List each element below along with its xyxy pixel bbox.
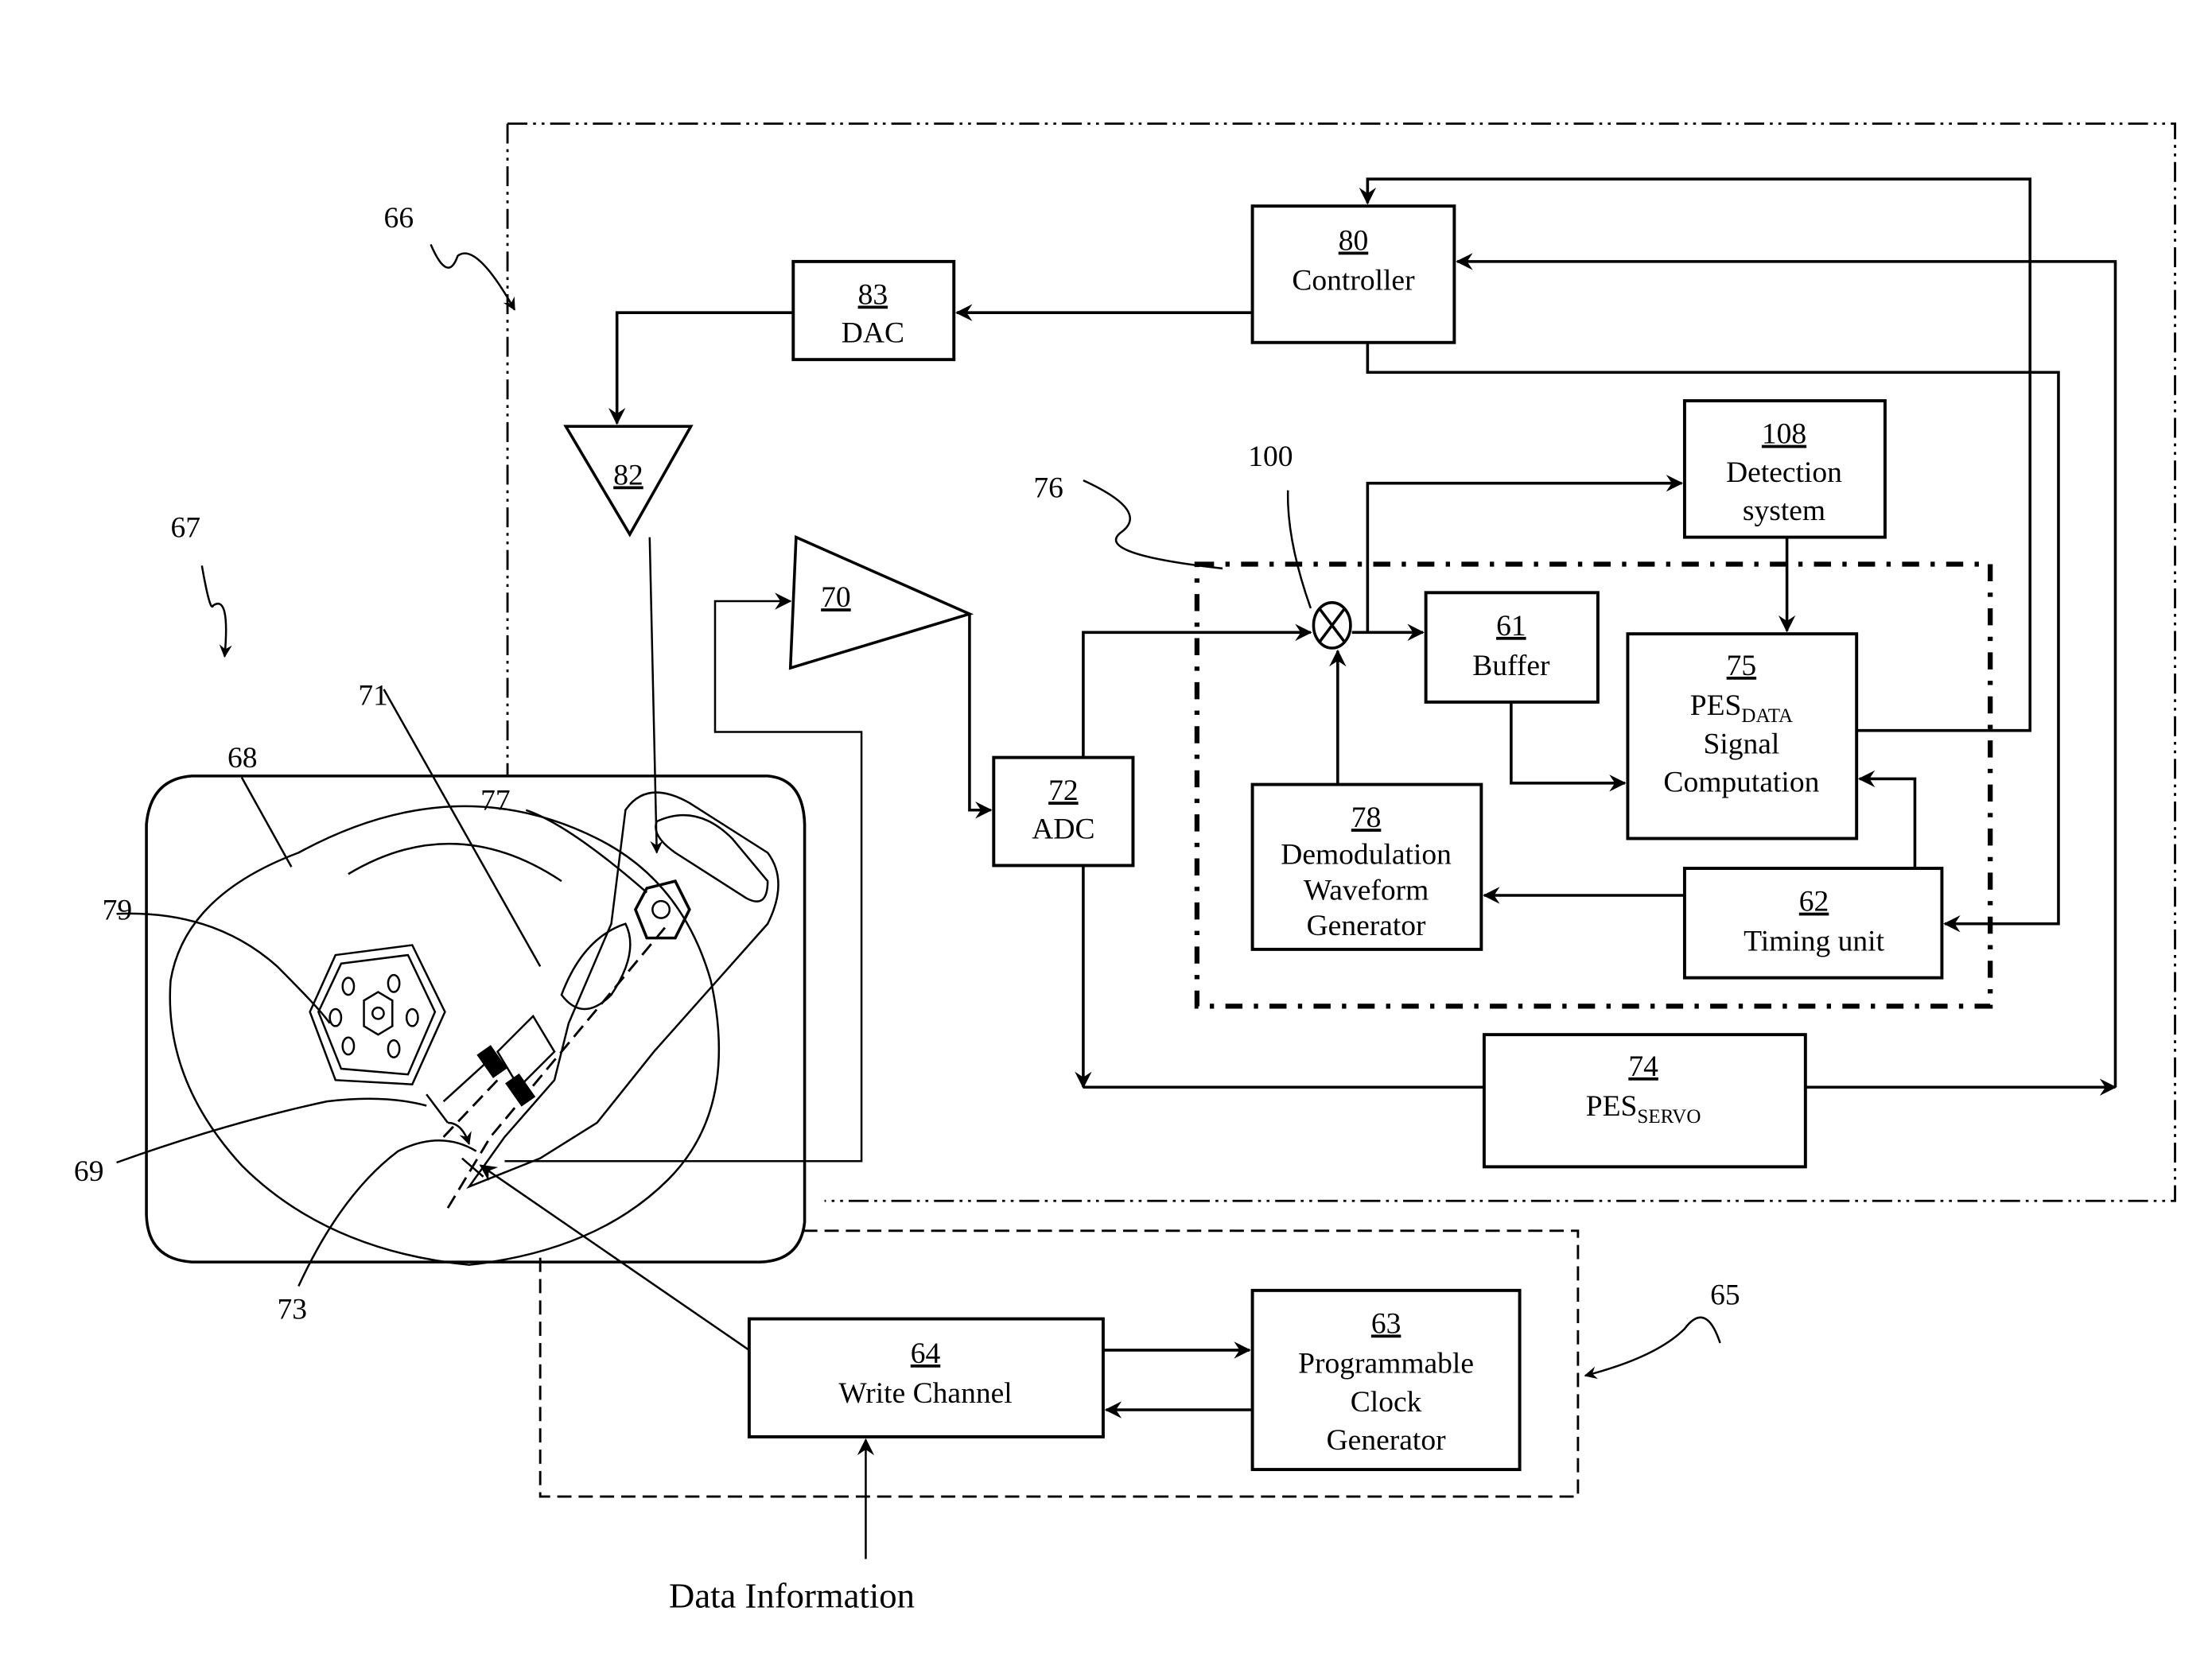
ref-67: 67 <box>170 512 200 545</box>
pes-data-line3: Computation <box>1663 767 1819 799</box>
pes-servo-block: 74 PESSERVO <box>1482 1033 1807 1169</box>
pes-data-line2: Signal <box>1703 728 1779 760</box>
controller-number: 80 <box>1339 225 1369 258</box>
controller-label: Controller <box>1292 265 1415 297</box>
demod-line3: Generator <box>1307 910 1426 942</box>
buffer-number: 61 <box>1496 610 1526 642</box>
timing-number: 62 <box>1799 886 1829 918</box>
detection-line1: Detection <box>1726 456 1842 489</box>
ref-76: 76 <box>1033 472 1063 505</box>
pes-data-computation-block: 75 PESDATA Signal Computation <box>1626 632 1859 840</box>
adc-number: 72 <box>1048 774 1079 807</box>
clock-line2: Clock <box>1351 1386 1422 1419</box>
amp70-number: 70 <box>821 581 851 614</box>
timing-unit-block: 62 Timing unit <box>1682 867 1944 980</box>
ref-66: 66 <box>384 202 414 235</box>
ref-71: 71 <box>358 679 388 712</box>
dac-number: 83 <box>858 278 888 311</box>
ref-77: 77 <box>480 785 511 817</box>
ref-68: 68 <box>227 742 258 774</box>
adc-label: ADC <box>1032 813 1094 846</box>
dac-block: 83 DAC <box>791 259 956 362</box>
pes-servo-number: 74 <box>1628 1050 1658 1083</box>
ref-73: 73 <box>278 1294 308 1326</box>
pes-data-number: 75 <box>1727 650 1757 682</box>
buffer-label: Buffer <box>1472 650 1550 682</box>
demod-line2: Waveform <box>1304 874 1429 906</box>
write-channel-number: 64 <box>911 1337 941 1370</box>
ref-79: 79 <box>103 894 133 926</box>
detection-line2: system <box>1743 495 1825 527</box>
mixer-symbol <box>1312 601 1352 650</box>
data-information-label: Data Information <box>669 1575 915 1615</box>
preamplifier: 70 <box>788 534 974 670</box>
demod-number: 78 <box>1351 802 1382 834</box>
programmable-clock-generator-block: 63 Programmable Clock Generator <box>1250 1288 1522 1472</box>
detection-system-block: 108 Detection system <box>1682 399 1887 539</box>
clock-line1: Programmable <box>1298 1348 1474 1380</box>
timing-label: Timing unit <box>1744 926 1884 958</box>
write-channel-label: Write Channel <box>838 1377 1012 1410</box>
ref-69: 69 <box>74 1155 104 1188</box>
adc-block: 72 ADC <box>992 755 1135 868</box>
ref-100: 100 <box>1248 441 1293 473</box>
controller-block: 80 Controller <box>1250 204 1456 344</box>
amp82-number: 82 <box>613 459 643 491</box>
clock-number: 63 <box>1371 1307 1401 1340</box>
write-channel-block: 64 Write Channel <box>747 1317 1105 1438</box>
patent-figure: 80 Controller 83 DAC 82 70 72 ADC 108 De… <box>74 122 2176 1615</box>
demod-line1: Demodulation <box>1281 839 1452 871</box>
dac-label: DAC <box>842 317 904 350</box>
buffer-block: 61 Buffer <box>1424 591 1600 704</box>
clock-line3: Generator <box>1327 1424 1446 1457</box>
demodulation-waveform-generator-block: 78 Demodulation Waveform Generator <box>1250 782 1483 951</box>
driver-amplifier: 82 <box>563 425 694 538</box>
ref-65: 65 <box>1710 1279 1740 1312</box>
detection-number: 108 <box>1762 418 1806 451</box>
disk-drive-illustration <box>145 774 807 1266</box>
